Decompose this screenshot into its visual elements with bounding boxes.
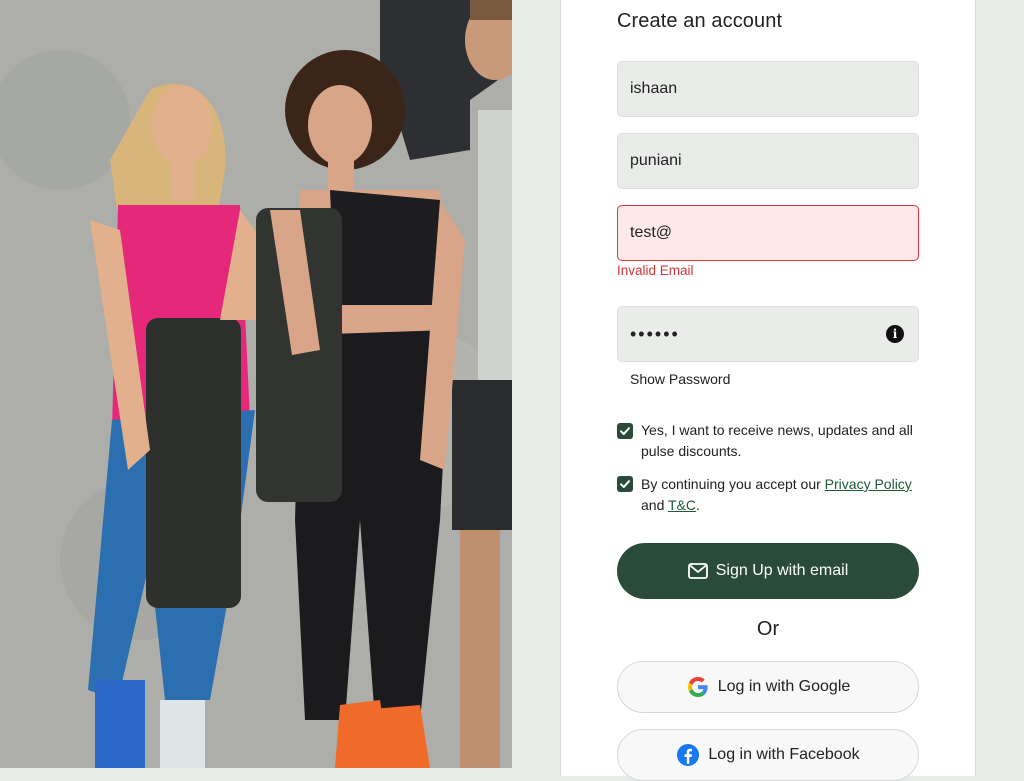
email-error-message: Invalid Email bbox=[617, 263, 694, 278]
facebook-login-button[interactable]: Log in with Facebook bbox=[617, 729, 919, 781]
checkmark-icon bbox=[620, 480, 630, 488]
terms-middle: and bbox=[641, 497, 668, 513]
or-divider: Or bbox=[756, 618, 780, 640]
info-icon[interactable]: i bbox=[886, 325, 904, 343]
facebook-logo-icon bbox=[677, 744, 700, 766]
email-input[interactable] bbox=[617, 205, 919, 261]
first-name-input[interactable] bbox=[617, 61, 919, 117]
google-logo-icon bbox=[687, 677, 708, 697]
hero-photo bbox=[0, 0, 512, 768]
signup-email-button[interactable]: Sign Up with email bbox=[617, 543, 919, 599]
terms-checkbox-label: By continuing you accept our Privacy Pol… bbox=[641, 474, 923, 516]
facebook-login-label: Log in with Facebook bbox=[708, 746, 860, 763]
last-name-input[interactable] bbox=[617, 133, 919, 189]
form-title: Create an account bbox=[617, 10, 783, 32]
news-checkbox-label: Yes, I want to receive news, updates and… bbox=[641, 422, 913, 459]
envelope-icon bbox=[687, 563, 708, 579]
checkmark-icon bbox=[620, 427, 630, 435]
signup-email-label: Sign Up with email bbox=[715, 562, 849, 579]
password-input[interactable]: •••••• bbox=[617, 306, 919, 362]
terms-checkbox[interactable] bbox=[617, 476, 633, 492]
google-login-label: Log in with Google bbox=[717, 678, 851, 695]
terms-prefix: By continuing you accept our bbox=[641, 476, 825, 492]
password-mask: •••••• bbox=[630, 323, 680, 344]
tc-link[interactable]: T&C bbox=[668, 497, 696, 513]
terms-suffix: . bbox=[696, 497, 700, 513]
show-password-toggle[interactable]: Show Password bbox=[630, 371, 730, 387]
google-login-button[interactable]: Log in with Google bbox=[617, 661, 919, 713]
news-checkbox[interactable] bbox=[617, 423, 633, 439]
privacy-policy-link[interactable]: Privacy Policy bbox=[825, 476, 912, 492]
